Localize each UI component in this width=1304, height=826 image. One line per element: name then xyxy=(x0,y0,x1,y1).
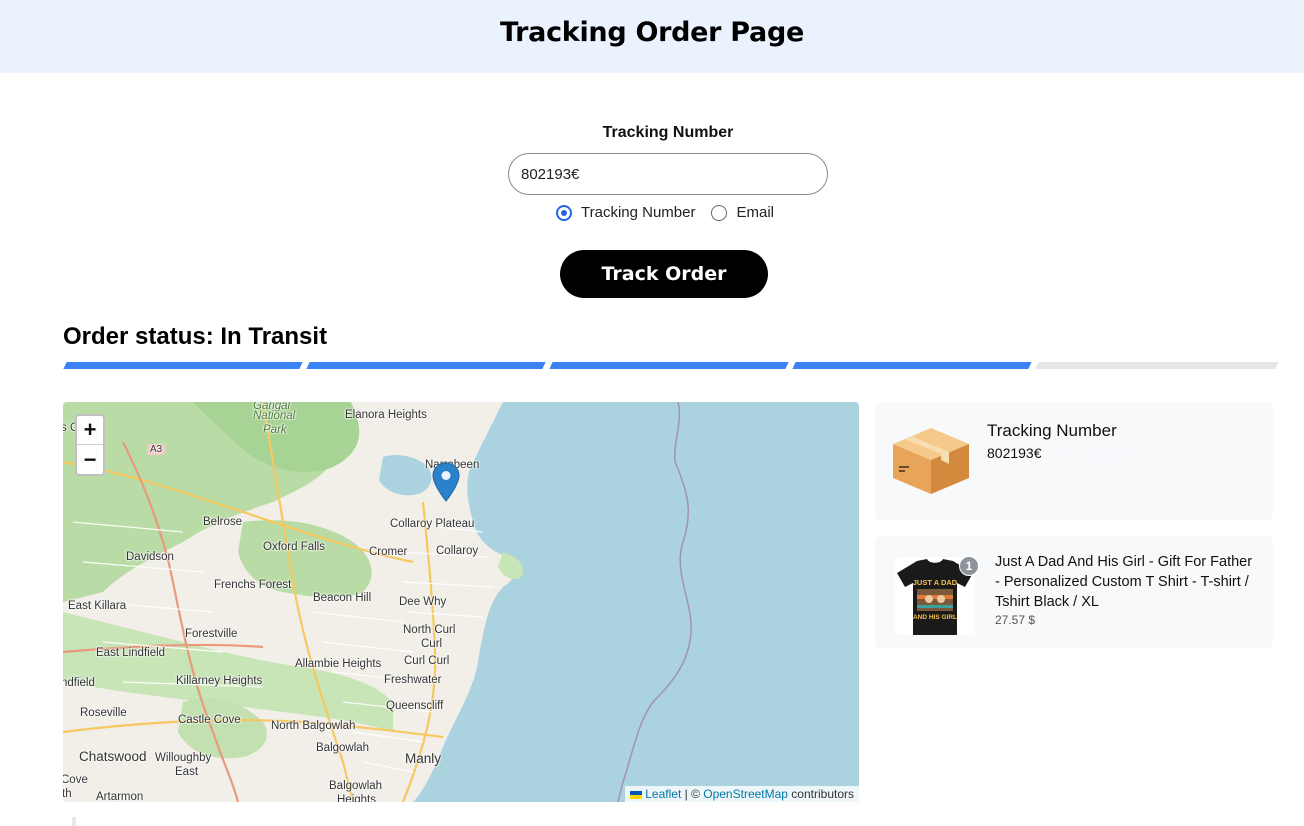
map-label: Curl xyxy=(421,638,443,650)
map-label: Belrose xyxy=(203,516,242,528)
map-label: East xyxy=(175,766,199,778)
zoom-out-button[interactable]: − xyxy=(77,445,103,474)
progress-step-2 xyxy=(306,362,546,369)
map-label: Dee Why xyxy=(399,596,447,608)
map-label: Davidson xyxy=(126,551,174,563)
radio-option-email[interactable]: Email xyxy=(711,204,774,221)
map-label: Freshwater xyxy=(384,674,442,686)
zoom-in-button[interactable]: + xyxy=(77,416,103,445)
tracking-card-value: 802193€ xyxy=(987,445,1042,461)
radio-button[interactable] xyxy=(711,204,728,221)
map-label: Queenscliff xyxy=(386,700,444,712)
radio-label: Tracking Number xyxy=(581,204,696,221)
map-label: ndfield xyxy=(63,677,95,689)
attribution-separator: | © xyxy=(681,787,704,801)
map-label: East Lindfield xyxy=(96,647,166,659)
attribution-suffix: contributors xyxy=(787,787,854,801)
map-label: Beacon Hill xyxy=(313,592,372,604)
progress-step-4 xyxy=(792,362,1032,369)
progress-step-3 xyxy=(549,362,789,369)
map-label: Elanora Heights xyxy=(345,409,427,421)
shirt-print-top: JUST A DAD xyxy=(913,578,958,587)
page-header: Tracking Order Page xyxy=(0,0,1304,73)
page-title: Tracking Order Page xyxy=(500,17,804,48)
order-status-heading: Order status: In Transit xyxy=(63,323,328,350)
track-order-button[interactable]: Track Order xyxy=(560,250,768,298)
tracking-card-label: Tracking Number xyxy=(987,421,1117,440)
radio-button-checked[interactable] xyxy=(556,204,572,221)
map-label: Balgowlah xyxy=(316,742,370,754)
product-card: JUST A DAD AND HIS GIRL 1 Just A Dad And… xyxy=(875,536,1273,648)
map-label: Killarney Heights xyxy=(176,675,263,687)
tracking-info-card: Tracking Number 802193€ xyxy=(875,402,1273,520)
progress-step-1 xyxy=(63,362,303,369)
map-label: Curl Curl xyxy=(404,655,450,667)
map-label: Chatswood xyxy=(79,749,147,764)
search-type-radio-group: Tracking Number Email xyxy=(556,204,790,221)
quantity-badge: 1 xyxy=(959,556,979,576)
product-price: 27.57 $ xyxy=(995,613,1036,627)
map-label: North Curl xyxy=(403,624,456,636)
map-label: Heights xyxy=(337,794,376,802)
shirt-print-bottom: AND HIS GIRL xyxy=(913,614,957,621)
map-label: Frenchs Forest xyxy=(214,579,292,591)
scroll-indicator xyxy=(72,817,76,826)
map-label: Forestville xyxy=(185,628,238,640)
map-label: Collaroy xyxy=(436,545,479,557)
map-zoom-control: + − xyxy=(75,414,105,476)
tracking-number-label: Tracking Number xyxy=(602,124,734,141)
order-progress-bar xyxy=(63,362,1279,369)
redaction-blur xyxy=(1053,446,1148,460)
openstreetmap-link[interactable]: OpenStreetMap xyxy=(703,787,788,801)
map-label: East Killara xyxy=(68,600,127,612)
map-label: Allambie Heights xyxy=(295,658,382,670)
radio-label: Email xyxy=(736,204,774,221)
map-label: Cove xyxy=(63,774,88,786)
map-label: Collaroy Plateau xyxy=(390,518,475,530)
map-attribution: Leaflet | © OpenStreetMap contributors xyxy=(625,786,859,802)
map-label: Oxford Falls xyxy=(263,541,325,553)
redaction-blur xyxy=(585,166,680,180)
map-label: Roseville xyxy=(80,707,127,719)
map-label: National xyxy=(253,410,296,422)
tracking-map[interactable]: Garigal National Park Elanora Heights A3… xyxy=(63,402,859,802)
ukraine-flag-icon xyxy=(630,790,643,799)
map-label: Castle Cove xyxy=(178,714,241,726)
map-label: th xyxy=(63,788,72,800)
map-label: Balgowlah xyxy=(329,780,383,792)
map-label: Artarmon xyxy=(96,791,144,802)
progress-step-5 xyxy=(1035,362,1279,369)
location-pin-icon[interactable] xyxy=(432,462,460,502)
radio-option-tracking-number[interactable]: Tracking Number xyxy=(556,204,695,221)
product-name: Just A Dad And His Girl - Gift For Fathe… xyxy=(995,554,1253,610)
package-box-icon xyxy=(893,428,969,494)
map-label: Willoughby xyxy=(155,752,212,764)
map-label: Park xyxy=(263,424,287,436)
map-label: Manly xyxy=(405,751,442,766)
leaflet-link[interactable]: Leaflet xyxy=(645,787,681,801)
map-label: Cromer xyxy=(369,546,408,558)
map-label: North Balgowlah xyxy=(271,720,356,732)
road-shield: A3 xyxy=(147,444,166,455)
